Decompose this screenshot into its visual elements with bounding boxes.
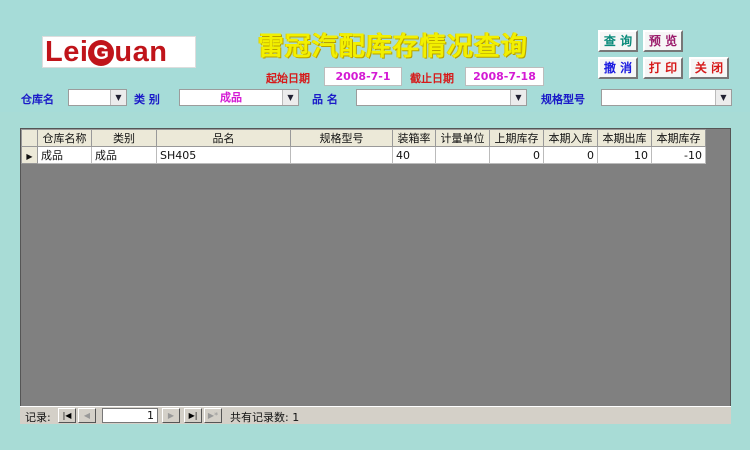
print-button[interactable]: 打 印	[643, 57, 683, 79]
table-cell[interactable]: 0	[489, 146, 544, 164]
category-label: 类 别	[134, 93, 160, 106]
spec-label: 规格型号	[541, 93, 585, 106]
table-cell[interactable]	[290, 146, 393, 164]
datasheet[interactable]: 仓库名称 类别 品名 规格型号 装箱率 计量单位 上期库存 本期入库 本期出库 …	[20, 128, 731, 423]
warehouse-value	[69, 90, 110, 105]
spec-dropdown[interactable]: ▼	[601, 89, 732, 106]
table-row[interactable]: ▶ 成品 成品 SH405 40 0 0 10 -10	[21, 146, 706, 164]
header-panel: Lei Guan 雷冠汽配库存情况查询 起始日期 2008-7-1 截止日期 20…	[0, 0, 750, 112]
table-cell[interactable]: -10	[651, 146, 706, 164]
start-date-field[interactable]: 2008-7-1	[324, 67, 402, 86]
select-all-cell[interactable]	[21, 129, 38, 147]
product-label: 品 名	[312, 93, 338, 106]
column-header[interactable]: 本期库存	[651, 129, 706, 147]
table-cell[interactable]	[435, 146, 490, 164]
table-cell[interactable]: 40	[392, 146, 436, 164]
end-date-field[interactable]: 2008-7-18	[465, 67, 544, 86]
start-date-label: 起始日期	[266, 72, 310, 85]
column-header[interactable]: 本期出库	[597, 129, 652, 147]
table-cell[interactable]: SH405	[156, 146, 291, 164]
leiguan-logo: Lei Guan	[42, 36, 196, 68]
table-cell[interactable]: 0	[543, 146, 598, 164]
record-pointer-icon: ▶	[26, 151, 33, 161]
spec-value	[602, 90, 715, 105]
chevron-down-icon[interactable]: ▼	[282, 90, 298, 105]
chevron-down-icon[interactable]: ▼	[510, 90, 526, 105]
table-cell[interactable]: 成品	[91, 146, 157, 164]
current-record-input[interactable]: 1	[102, 408, 158, 423]
preview-button[interactable]: 预 览	[643, 30, 683, 52]
category-dropdown[interactable]: 成品 ▼	[179, 89, 299, 106]
record-navigation-bar: 记录: |◀ ◀ 1 ▶ ▶| ▶* 共有记录数: 1	[20, 406, 731, 424]
warehouse-dropdown[interactable]: ▼	[68, 89, 127, 106]
table-cell[interactable]: 10	[597, 146, 652, 164]
table-header-row: 仓库名称 类别 品名 规格型号 装箱率 计量单位 上期库存 本期入库 本期出库 …	[21, 129, 706, 147]
warehouse-label: 仓库名	[21, 93, 54, 106]
column-header[interactable]: 计量单位	[435, 129, 490, 147]
column-header[interactable]: 仓库名称	[37, 129, 92, 147]
last-record-icon[interactable]: ▶|	[184, 408, 202, 423]
previous-record-icon[interactable]: ◀	[78, 408, 96, 423]
close-button[interactable]: 关 闭	[689, 57, 729, 79]
inventory-table: 仓库名称 类别 品名 规格型号 装箱率 计量单位 上期库存 本期入库 本期出库 …	[21, 129, 706, 164]
table-cell[interactable]: 成品	[37, 146, 92, 164]
product-value	[357, 90, 510, 105]
first-record-icon[interactable]: |◀	[58, 408, 76, 423]
record-label: 记录:	[25, 411, 51, 424]
query-button[interactable]: 查 询	[598, 30, 638, 52]
new-record-icon[interactable]: ▶*	[204, 408, 222, 423]
chevron-down-icon[interactable]: ▼	[715, 90, 731, 105]
next-record-icon[interactable]: ▶	[162, 408, 180, 423]
record-selector[interactable]: ▶	[21, 146, 38, 164]
column-header[interactable]: 装箱率	[392, 129, 436, 147]
column-header[interactable]: 上期库存	[489, 129, 544, 147]
cancel-button[interactable]: 撤 消	[598, 57, 638, 79]
product-dropdown[interactable]: ▼	[356, 89, 527, 106]
column-header[interactable]: 规格型号	[290, 129, 393, 147]
column-header[interactable]: 本期入库	[543, 129, 598, 147]
column-header[interactable]: 类别	[91, 129, 157, 147]
category-value: 成品	[220, 91, 242, 104]
chevron-down-icon[interactable]: ▼	[110, 90, 126, 105]
column-header[interactable]: 品名	[156, 129, 291, 147]
record-count: 共有记录数: 1	[230, 411, 300, 424]
page-title: 雷冠汽配库存情况查询	[258, 32, 529, 62]
end-date-label: 截止日期	[410, 72, 454, 85]
